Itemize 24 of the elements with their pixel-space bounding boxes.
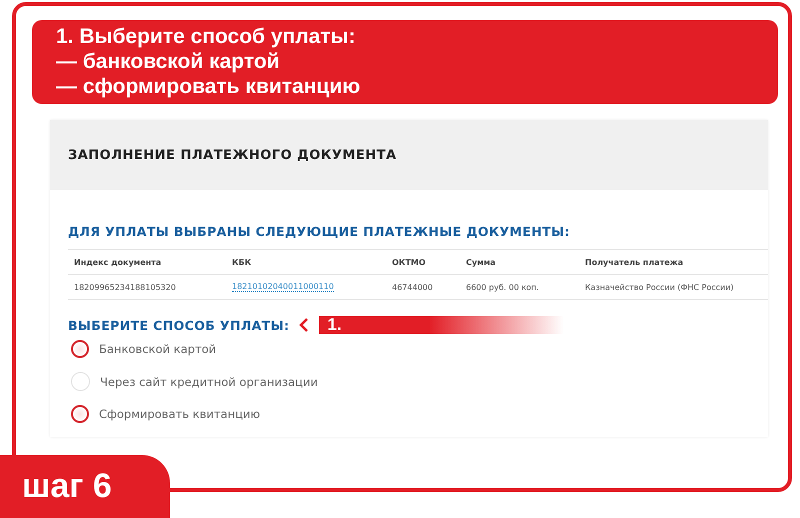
table-cell-text: 18209965234188105320 bbox=[74, 282, 177, 292]
step-badge: шаг 6 bbox=[0, 455, 170, 518]
column-header: Сумма bbox=[466, 258, 497, 266]
option-label: Банковской картой bbox=[99, 342, 216, 356]
table-cell-text: Казначейство России (ФНС России) bbox=[585, 282, 735, 292]
page-title: ЗАПОЛНЕНИЕ ПЛАТЕЖНОГО ДОКУМЕНТА bbox=[68, 148, 397, 162]
chevron-left-icon bbox=[299, 318, 310, 332]
table-cell-text: 6600 руб. 00 коп. bbox=[466, 282, 540, 292]
column-header: Индекс документа bbox=[74, 258, 162, 266]
column-header: ОКТМО bbox=[392, 258, 427, 266]
option-label: Сформировать квитанцию bbox=[99, 407, 260, 421]
column-header: Получатель платежа bbox=[585, 258, 684, 266]
instruction-line: — банковской картой bbox=[56, 49, 281, 74]
instruction-line: 1. Выберите способ уплаты: bbox=[56, 24, 356, 49]
documents-heading: ДЛЯ УПЛАТЫ ВЫБРАНЫ СЛЕДУЮЩИЕ ПЛАТЕЖНЫЕ ДОКУМЕНТЫ: bbox=[68, 224, 571, 239]
table-cell-text: 46744000 bbox=[392, 282, 434, 292]
option-label: Через сайт кредитной организации bbox=[100, 374, 318, 388]
instruction-line: — сформировать квитанцию bbox=[56, 74, 362, 99]
column-header: КБК bbox=[232, 258, 252, 266]
payment-heading: ВЫБЕРИТЕ СПОСОБ УПЛАТЫ: bbox=[68, 318, 290, 332]
radio-button[interactable] bbox=[71, 340, 89, 358]
callout-bar: 1. bbox=[319, 316, 564, 334]
radio-button[interactable] bbox=[71, 405, 89, 423]
kbk-link[interactable]: 18210102040011000110 bbox=[232, 282, 334, 292]
